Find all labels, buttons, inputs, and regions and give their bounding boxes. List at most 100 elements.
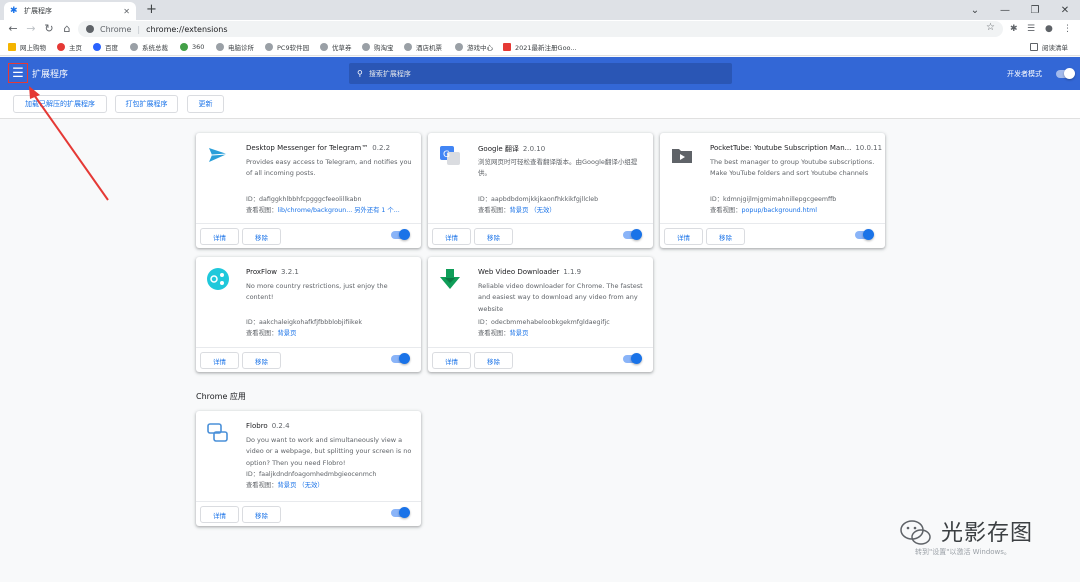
update-button[interactable]: 更新 bbox=[187, 95, 224, 113]
toggle-knob bbox=[399, 507, 410, 518]
app-description: Do you want to work and simultaneously v… bbox=[246, 436, 412, 467]
extension-name: PocketTube: Youtube Subscription Man... 1… bbox=[710, 144, 883, 152]
extension-description: Reliable video downloader for Chrome. Th… bbox=[478, 282, 643, 313]
more-menu-icon[interactable]: ⋮ bbox=[1063, 23, 1072, 35]
extensions-puzzle-icon[interactable]: ✱ bbox=[1010, 23, 1018, 35]
app-name: Flobro 0.2.4 bbox=[246, 422, 290, 430]
inspect-view-link[interactable]: lib/chrome/backgroun... 另外还有 1 个... bbox=[277, 207, 399, 214]
enable-toggle[interactable] bbox=[391, 229, 410, 240]
bookmark-favicon bbox=[180, 43, 188, 51]
back-icon[interactable]: ← bbox=[6, 22, 20, 36]
bookmark-item[interactable]: 360 bbox=[180, 41, 204, 53]
details-button[interactable]: 详情 bbox=[432, 228, 471, 245]
extension-description: The best manager to group Youtube subscr… bbox=[710, 158, 875, 178]
app-id: ID：faaljkdndnfoagomhedmbgieocenmch bbox=[246, 471, 377, 478]
remove-button[interactable]: 移除 bbox=[242, 228, 281, 245]
bookmark-item[interactable]: 2021最新注册Goo... bbox=[503, 41, 577, 53]
close-window-icon[interactable]: ✕ bbox=[1050, 0, 1080, 20]
bookmark-item[interactable]: 百度 bbox=[93, 41, 118, 53]
bookmark-item[interactable]: 购淘宝 bbox=[362, 41, 394, 53]
dev-mode-label: 开发者模式 bbox=[1007, 70, 1042, 78]
bookmark-item[interactable]: 主页 bbox=[57, 41, 82, 53]
details-button[interactable]: 详情 bbox=[664, 228, 703, 245]
bookmark-item[interactable]: 酒店机票 bbox=[404, 41, 442, 53]
globe-icon bbox=[265, 43, 273, 51]
address-bar[interactable]: Chrome | chrome://extensions ☆ bbox=[78, 21, 1003, 37]
enable-toggle[interactable] bbox=[623, 353, 642, 364]
extension-card: Web Video Downloader 1.1.9 Reliable video… bbox=[428, 257, 653, 372]
details-button[interactable]: 详情 bbox=[432, 352, 471, 369]
hamburger-menu-icon[interactable]: ☰ bbox=[8, 63, 28, 83]
scheme-label: Chrome bbox=[100, 24, 132, 34]
bookmark-item[interactable]: 系统总裁 bbox=[130, 41, 168, 53]
paper-plane-icon bbox=[209, 148, 228, 162]
toggle-knob bbox=[631, 229, 642, 240]
close-tab-icon[interactable]: ✕ bbox=[123, 7, 130, 16]
proxy-icon bbox=[207, 268, 229, 290]
svg-text:G: G bbox=[443, 150, 450, 160]
enable-toggle[interactable] bbox=[855, 229, 874, 240]
bookmark-label: 电脑诊所 bbox=[228, 44, 254, 52]
inspect-view-link[interactable]: 背景页 （无效） bbox=[277, 482, 323, 489]
remove-button[interactable]: 移除 bbox=[474, 228, 513, 245]
enable-toggle[interactable] bbox=[391, 353, 410, 364]
dev-mode-toggle[interactable] bbox=[1056, 68, 1075, 79]
extension-id: ID：odecbmmehabeloobkgekmfgldaegifjc bbox=[478, 319, 610, 326]
inspect-view-link[interactable]: 背景页 （无效） bbox=[509, 207, 555, 214]
bookmark-item[interactable]: PC9软件园 bbox=[265, 41, 309, 53]
bookmark-item[interactable]: 电脑诊所 bbox=[216, 41, 254, 53]
reload-icon[interactable]: ↻ bbox=[42, 22, 56, 36]
load-unpacked-button[interactable]: 加载已解压的扩展程序 bbox=[13, 95, 107, 113]
remove-button[interactable]: 移除 bbox=[706, 228, 745, 245]
remove-button[interactable]: 移除 bbox=[242, 506, 281, 523]
globe-icon bbox=[362, 43, 370, 51]
activate-windows-text: 转到"设置"以激活 Windows。 bbox=[915, 548, 1011, 556]
toggle-knob bbox=[399, 229, 410, 240]
forward-icon[interactable]: → bbox=[24, 22, 38, 36]
bookmark-favicon bbox=[503, 43, 511, 51]
bookmark-label: 网上购物 bbox=[20, 44, 46, 52]
enable-toggle[interactable] bbox=[623, 229, 642, 240]
bookmark-item[interactable]: 优草券 bbox=[320, 41, 352, 53]
minimize-icon[interactable]: — bbox=[990, 0, 1020, 20]
bookmark-favicon bbox=[57, 43, 65, 51]
new-tab-button[interactable]: + bbox=[146, 2, 157, 18]
reading-list-item[interactable]: 阅读清单 bbox=[1030, 41, 1068, 53]
restore-icon[interactable]: ❐ bbox=[1020, 0, 1050, 20]
folder-icon bbox=[672, 149, 692, 163]
extension-description: 浏览网页时可轻松查看翻译版本。由Google翻译小组提供。 bbox=[478, 158, 638, 178]
toggle-knob bbox=[631, 353, 642, 364]
bookmark-label: 主页 bbox=[69, 44, 82, 52]
bookmark-label: 游戏中心 bbox=[467, 44, 493, 52]
bookmark-label: 百度 bbox=[105, 44, 118, 52]
details-button[interactable]: 详情 bbox=[200, 228, 239, 245]
profile-avatar-icon[interactable]: ● bbox=[1045, 23, 1053, 35]
details-button[interactable]: 详情 bbox=[200, 506, 239, 523]
enable-toggle[interactable] bbox=[391, 507, 410, 518]
home-icon[interactable]: ⌂ bbox=[60, 22, 74, 36]
inspect-view-link[interactable]: 背景页 bbox=[509, 330, 528, 337]
details-button[interactable]: 详情 bbox=[200, 352, 239, 369]
tab-extensions[interactable]: ✱ 扩展程序 ✕ bbox=[4, 2, 136, 20]
pack-extension-button[interactable]: 打包扩展程序 bbox=[115, 95, 178, 113]
search-extensions-input[interactable]: ⚲ 搜索扩展程序 bbox=[349, 63, 732, 84]
extension-name: Google 翻译 2.0.10 bbox=[478, 145, 546, 153]
extension-name: Web Video Downloader 1.1.9 bbox=[478, 268, 582, 276]
bookmark-item[interactable]: 网上购物 bbox=[8, 41, 46, 53]
remove-button[interactable]: 移除 bbox=[474, 352, 513, 369]
extension-description: Provides easy access to Telegram, and no… bbox=[246, 158, 412, 178]
chevron-down-icon[interactable]: ⌄ bbox=[960, 0, 990, 20]
extension-card: PocketTube: Youtube Subscription Man... 1… bbox=[660, 133, 885, 248]
bookmark-item[interactable]: 游戏中心 bbox=[455, 41, 493, 53]
reading-queue-icon[interactable]: ☰ bbox=[1027, 23, 1035, 35]
inspect-view-link[interactable]: popup/background.html bbox=[741, 207, 817, 214]
inspect-view-link[interactable]: 背景页 bbox=[277, 330, 296, 337]
extension-id: ID：kdmnjgijlmjgmimahnillepgcgeemffb bbox=[710, 196, 837, 203]
wechat-logo-icon bbox=[900, 520, 931, 545]
remove-button[interactable]: 移除 bbox=[242, 352, 281, 369]
extension-name: Desktop Messenger for Telegram™ 0.2.2 bbox=[246, 144, 391, 152]
search-icon: ⚲ bbox=[357, 69, 363, 78]
bookmark-star-icon[interactable]: ☆ bbox=[986, 22, 995, 33]
inspect-views: 查看视图：背景页 bbox=[246, 330, 297, 337]
bookmark-folder-icon bbox=[8, 43, 16, 51]
